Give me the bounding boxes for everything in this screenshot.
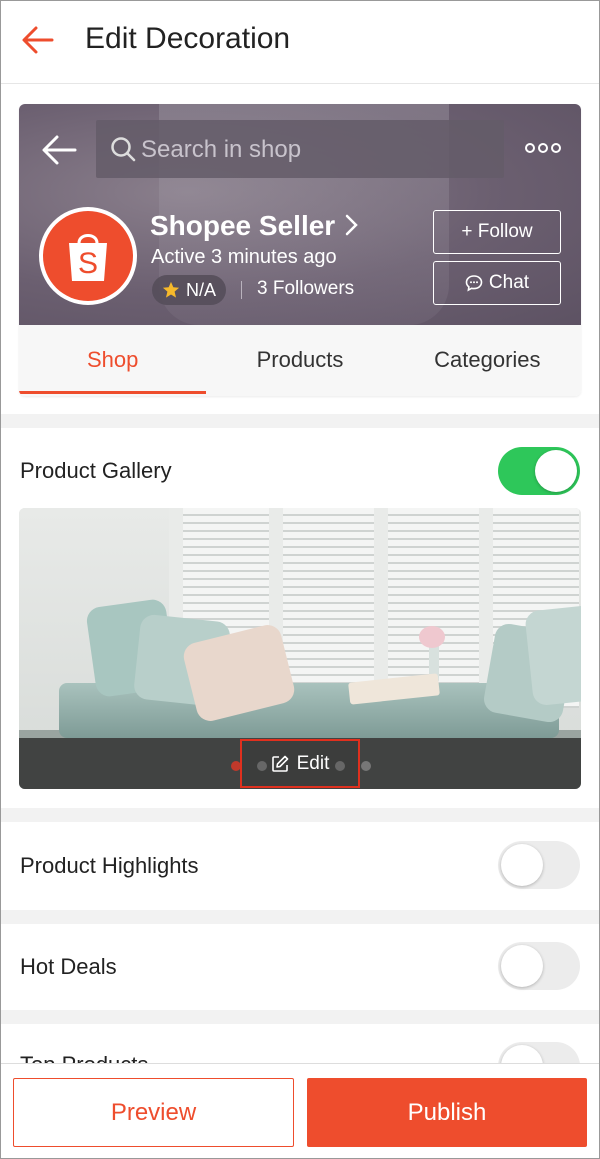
shop-name[interactable]: Shopee Seller bbox=[150, 210, 335, 242]
product-gallery-toggle[interactable] bbox=[498, 447, 580, 495]
rating-value: N/A bbox=[186, 279, 217, 300]
tab-shop[interactable]: Shop bbox=[19, 325, 207, 396]
edit-gallery-button[interactable]: Edit bbox=[240, 739, 360, 788]
top-bar: Edit Decoration bbox=[0, 0, 600, 84]
active-status: Active 3 minutes ago bbox=[151, 246, 337, 268]
section-label-product-highlights: Product Highlights bbox=[20, 853, 199, 878]
edit-pencil-icon bbox=[271, 755, 288, 772]
section-separator bbox=[0, 808, 600, 822]
section-separator bbox=[0, 414, 600, 428]
tab-categories[interactable]: Categories bbox=[394, 325, 581, 396]
section-label-product-gallery: Product Gallery bbox=[20, 458, 172, 483]
followers-count: 3 Followers bbox=[257, 278, 355, 299]
more-options-icon[interactable] bbox=[525, 142, 561, 154]
follow-button[interactable]: + Follow bbox=[433, 210, 561, 254]
rating-badge: N/A bbox=[152, 275, 227, 305]
preview-button[interactable]: Preview bbox=[13, 1078, 294, 1147]
section-label-hot-deals: Hot Deals bbox=[20, 954, 117, 979]
section-separator bbox=[0, 1010, 600, 1024]
shop-tabs: Shop Products Categories bbox=[19, 325, 581, 396]
shop-search-input[interactable]: Search in shop bbox=[96, 120, 504, 178]
slide-dot[interactable] bbox=[361, 761, 371, 771]
shop-banner: Search in shop S Shopee Seller Active 3 … bbox=[19, 104, 581, 325]
chat-bubble-icon bbox=[465, 275, 483, 292]
chevron-right-icon[interactable] bbox=[344, 212, 360, 238]
chat-button-label: Chat bbox=[488, 272, 530, 293]
back-arrow-icon[interactable] bbox=[18, 22, 58, 58]
search-placeholder: Search in shop bbox=[141, 136, 302, 163]
star-icon bbox=[162, 281, 180, 298]
shopee-bag-logo-icon: S bbox=[69, 234, 107, 281]
edit-button-label: Edit bbox=[296, 752, 330, 774]
back-arrow-icon[interactable] bbox=[39, 132, 79, 168]
divider bbox=[241, 281, 242, 299]
svg-text:S: S bbox=[78, 247, 98, 280]
shop-preview-card: Search in shop S Shopee Seller Active 3 … bbox=[19, 104, 581, 396]
section-separator bbox=[0, 910, 600, 924]
shop-avatar: S bbox=[39, 207, 137, 305]
chat-button[interactable]: Chat bbox=[433, 261, 561, 305]
publish-button[interactable]: Publish bbox=[307, 1078, 587, 1147]
product-highlights-toggle[interactable] bbox=[498, 841, 580, 889]
search-icon bbox=[111, 137, 136, 162]
tab-products[interactable]: Products bbox=[206, 325, 393, 396]
page-title: Edit Decoration bbox=[85, 22, 291, 55]
bottom-action-bar: Preview Publish bbox=[0, 1063, 600, 1159]
hot-deals-toggle[interactable] bbox=[498, 942, 580, 990]
